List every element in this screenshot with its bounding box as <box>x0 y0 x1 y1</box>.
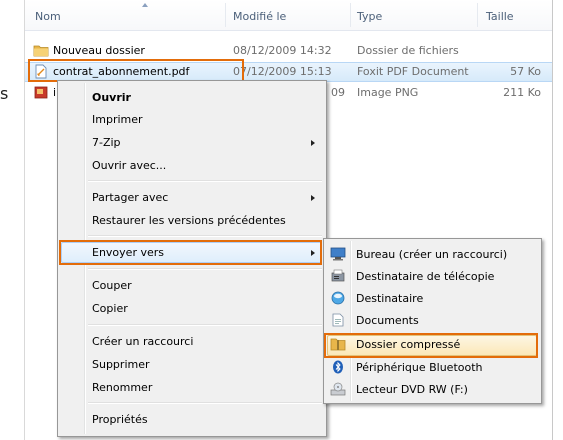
file-name: Nouveau dossier <box>53 44 145 57</box>
folder-icon <box>33 45 49 57</box>
menu-separator <box>88 180 322 182</box>
menu-item-creer-raccourci[interactable]: Créer un raccourci <box>92 335 193 348</box>
context-menu: Ouvrir Imprimer 7-Zip Ouvrir avec... Par… <box>57 80 327 437</box>
file-row-contrat-abonnement[interactable]: contrat_abonnement.pdf 07/12/2009 15:13 … <box>25 62 552 82</box>
menu-item-7zip[interactable]: 7-Zip <box>92 136 121 149</box>
menu-item-supprimer[interactable]: Supprimer <box>92 358 150 371</box>
menu-item-ouvrir[interactable]: Ouvrir <box>92 91 131 104</box>
menu-item-imprimer[interactable]: Imprimer <box>92 113 143 126</box>
menu-gutter <box>350 241 352 401</box>
column-divider[interactable] <box>225 3 226 27</box>
fax-icon <box>331 269 345 282</box>
zip-folder-icon <box>330 338 346 351</box>
submenu-arrow-icon <box>311 250 315 256</box>
menu-item-partager-avec[interactable]: Partager avec <box>92 191 168 204</box>
file-size: 57 Ko <box>510 65 541 78</box>
column-divider[interactable] <box>350 3 351 27</box>
file-type: Image PNG <box>357 86 419 99</box>
menu-item-restaurer-versions[interactable]: Restaurer les versions précédentes <box>92 214 286 227</box>
column-header-bar: Nom Modifié le Type Taille <box>25 0 552 31</box>
file-name: contrat_abonnement.pdf <box>53 65 190 78</box>
menu-separator <box>88 235 322 237</box>
file-modified: 09 <box>331 86 345 99</box>
menu-item-ouvrir-avec[interactable]: Ouvrir avec... <box>92 159 166 172</box>
send-to-submenu: Bureau (créer un raccourci) Destinataire… <box>323 238 542 404</box>
sendto-item-documents[interactable]: Documents <box>356 314 419 327</box>
submenu-arrow-icon <box>311 140 315 146</box>
sendto-item-bureau[interactable]: Bureau (créer un raccourci) <box>356 248 507 261</box>
bluetooth-icon <box>333 360 343 374</box>
menu-item-proprietes[interactable]: Propriétés <box>92 413 148 426</box>
dvd-drive-icon <box>330 382 346 396</box>
sort-ascending-icon <box>142 3 148 7</box>
column-name[interactable]: Nom <box>35 10 61 23</box>
file-name: i <box>53 86 57 99</box>
menu-item-couper[interactable]: Couper <box>92 279 132 292</box>
menu-item-copier[interactable]: Copier <box>92 302 128 315</box>
file-type: Foxit PDF Document <box>357 65 469 78</box>
documents-icon <box>332 313 344 327</box>
file-modified: 08/12/2009 14:32 <box>233 44 332 57</box>
column-size[interactable]: Taille <box>486 10 514 23</box>
sendto-item-bluetooth[interactable]: Périphérique Bluetooth <box>356 361 483 374</box>
menu-separator <box>88 324 322 326</box>
desktop-icon <box>330 247 346 261</box>
menu-separator <box>88 268 322 270</box>
sendto-item-fax[interactable]: Destinataire de télécopie <box>356 270 494 283</box>
menu-item-renommer[interactable]: Renommer <box>92 381 152 394</box>
file-type: Dossier de fichiers <box>357 44 459 57</box>
file-modified: 07/12/2009 15:13 <box>233 65 332 78</box>
submenu-arrow-icon <box>311 195 315 201</box>
sendto-item-destinataire[interactable]: Destinataire <box>356 292 423 305</box>
sendto-item-dvd[interactable]: Lecteur DVD RW (F:) <box>356 383 468 396</box>
stray-text: s <box>0 84 9 103</box>
column-modified[interactable]: Modifié le <box>233 10 286 23</box>
menu-item-envoyer-vers[interactable]: Envoyer vers <box>92 246 164 259</box>
menu-separator <box>88 402 322 404</box>
pdf-file-icon <box>35 64 47 79</box>
column-type[interactable]: Type <box>357 10 382 23</box>
png-file-icon <box>34 86 48 99</box>
file-size: 211 Ko <box>503 86 541 99</box>
sendto-item-dossier-compresse[interactable]: Dossier compressé <box>356 338 460 351</box>
column-divider[interactable] <box>477 3 478 27</box>
mail-recipient-icon <box>331 291 345 305</box>
file-row-nouveau-dossier[interactable]: Nouveau dossier 08/12/2009 14:32 Dossier… <box>25 41 552 61</box>
